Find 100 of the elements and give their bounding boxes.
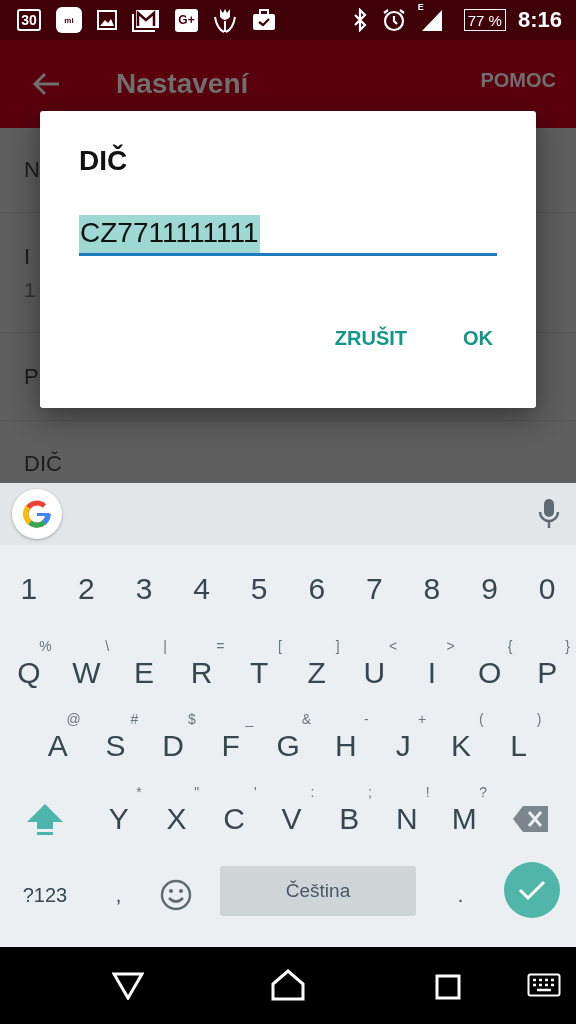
keyboard-key[interactable]: F _ [201,704,260,777]
key-hint: ; [368,784,372,800]
keyboard-key[interactable]: , [90,850,147,940]
keyboard-key[interactable]: H - [316,704,375,777]
keyboard-key[interactable]: ?123 [0,850,90,940]
keyboard-key[interactable]: X " [147,777,206,850]
key-hint: ] [335,638,340,654]
shift-arrow-icon [25,801,65,836]
keyboard-key[interactable]: A @ [29,704,87,777]
keyboard-key[interactable]: S # [86,704,145,777]
alarm-icon [381,8,406,32]
keyboard-key[interactable]: 1 [0,546,58,631]
image-icon [97,10,117,30]
google-button[interactable] [12,489,62,539]
keyboard-key[interactable]: R = [172,631,231,704]
key-hint: ( [479,711,484,727]
clock-time: 8:16 [517,7,562,33]
key-hint: " [194,784,200,800]
keyboard-key[interactable]: D $ [144,704,202,777]
item-title: P [24,363,40,390]
google-icon [22,499,52,529]
keyboard-key[interactable]: E | [115,631,173,704]
key-hint: ' [254,784,257,800]
keyboard-key[interactable]: 9 [460,546,519,631]
backspace-icon [512,804,551,833]
key-hint: | [163,638,167,654]
microphone-icon[interactable] [538,498,560,530]
battery-level: 77 % [463,9,506,31]
key-hint: < [388,638,398,654]
keyboard-key[interactable]: 4 [172,546,231,631]
keyboard-key[interactable]: W \ [57,631,116,704]
key-hint: ? [479,784,488,800]
item-title: I [24,243,32,270]
keyboard-key[interactable]: 8 [403,546,461,631]
keyboard-key[interactable]: C ' [205,777,263,850]
keyboard-key[interactable]: 0 [518,546,576,631]
tulip-icon [213,7,237,33]
keyboard-key[interactable]: Q % [0,631,58,704]
network-type: E [417,2,424,12]
keyboard-key[interactable]: . [432,850,489,940]
key-hint: # [130,711,139,727]
dialog-title: DIČ [79,145,129,177]
back-arrow-icon[interactable] [32,72,60,96]
signal-icon [419,8,444,32]
keyboard-key[interactable]: 3 [115,546,173,631]
keyboard-key[interactable]: I > [403,631,461,704]
keyboard-key[interactable]: L ) [489,704,548,777]
key-hint: ) [536,711,542,727]
key-hint: = [216,638,225,654]
briefcase-icon [252,9,276,31]
key-hint: % [39,638,52,654]
key-hint: _ [245,711,254,727]
enter-key[interactable] [504,862,560,918]
keyboard-key[interactable]: 6 [287,546,346,631]
keyboard-key[interactable]: G & [259,704,317,777]
key-hint: { [507,638,513,654]
keyboard-key[interactable]: T [ [230,631,288,704]
keyboard-key[interactable]: N ! [377,777,436,850]
dialog-button[interactable]: ZRUŠIT [334,327,407,350]
field-value: CZ7711111111 [79,215,260,253]
key-hint: $ [188,711,196,727]
keyboard-key[interactable]: 2 [57,546,116,631]
space-bar[interactable]: Čeština [220,866,416,916]
calendar-icon: 30 [17,9,41,31]
key-hint: [ [278,638,282,654]
keyboard-key[interactable]: K ( [432,704,490,777]
keyboard-key[interactable]: O { [460,631,519,704]
key-hint: + [417,711,427,727]
item-title: DIČ [24,451,63,477]
keyboard-key[interactable]: J + [374,704,433,777]
keyboard-key[interactable]: 7 [345,546,404,631]
key-hint: @ [66,711,81,727]
keyboard-key[interactable]: 5 [230,546,288,631]
key-hint: * [136,784,142,800]
mail-icon [132,8,160,32]
key-hint: - [363,711,369,727]
keyboard-key[interactable]: Y * [90,777,148,850]
screen-title: Nastavení [116,68,250,100]
home-icon[interactable] [271,969,305,1001]
key-hint: & [301,711,311,727]
checkmark-icon [518,879,546,901]
back-icon[interactable] [112,972,144,1000]
key-hint: } [565,638,570,654]
app-icon: mi [56,7,82,33]
keyboard-icon[interactable] [527,973,561,997]
keyboard-key[interactable]: P } [518,631,576,704]
key-hint: > [446,638,455,654]
bluetooth-icon [351,8,368,32]
smiley-icon [159,879,192,911]
keyboard-key[interactable]: B ; [320,777,378,850]
key-hint: ! [425,784,430,800]
recents-icon[interactable] [435,974,461,1000]
key-hint: \ [105,638,110,654]
text-field[interactable]: CZ7711111111 [79,213,497,256]
keyboard-key[interactable]: V : [262,777,321,850]
keyboard-key[interactable]: U < [345,631,404,704]
app-icon: G+ [175,8,198,32]
keyboard-key[interactable]: M ? [435,777,494,850]
keyboard-key[interactable]: Z ] [287,631,346,704]
dialog-button[interactable]: OK [463,327,493,350]
